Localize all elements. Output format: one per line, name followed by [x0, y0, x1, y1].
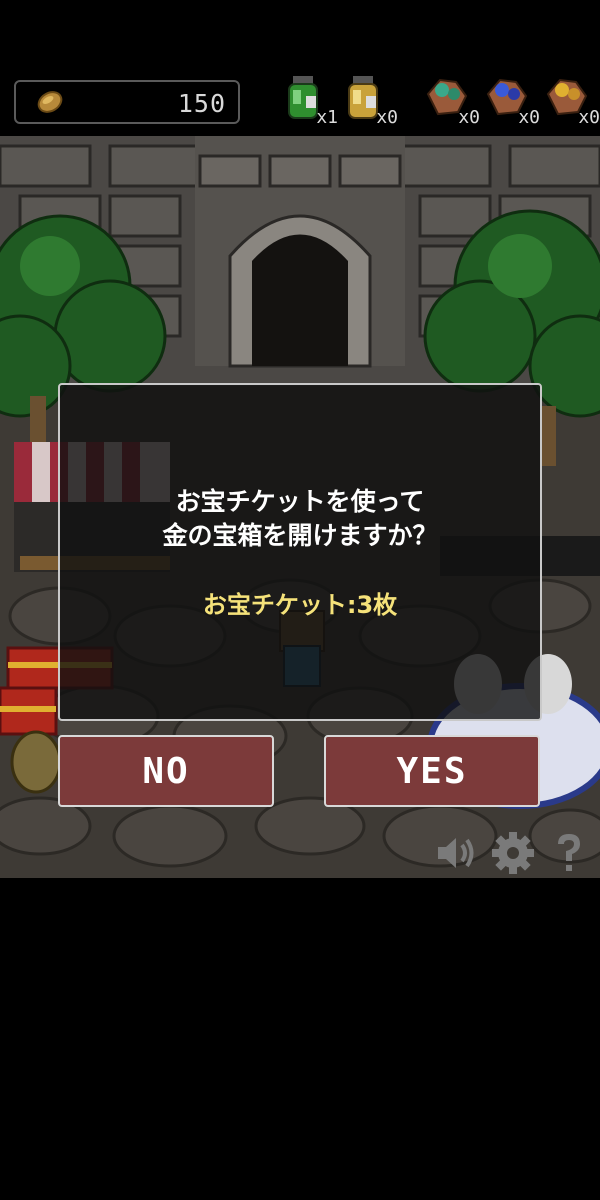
inventory-green-ore[interactable]: x0 [422, 72, 482, 132]
item-count: x0 [518, 107, 540, 128]
confirm-dialog: お宝チケットを使って 金の宝箱を開けますか？ お宝チケット:3枚 [58, 383, 542, 721]
coin-icon [37, 91, 63, 113]
item-count: x1 [316, 107, 338, 128]
item-count: x0 [578, 107, 600, 128]
yes-button[interactable]: YES [324, 735, 540, 807]
inventory-yellow-potion[interactable]: x0 [340, 72, 400, 132]
no-button[interactable]: NO [58, 735, 274, 807]
coin-counter: 150 [14, 80, 240, 124]
top-hud: 150 x1 x0 x0 x0 x0 [0, 0, 600, 136]
dialog-message-line2: 金の宝箱を開けますか？ [162, 521, 438, 550]
inventory-green-potion[interactable]: x1 [280, 72, 340, 132]
sound-icon[interactable] [432, 830, 478, 876]
dialog-message: お宝チケットを使って 金の宝箱を開けますか？ [60, 485, 540, 553]
inventory-blue-ore[interactable]: x0 [482, 72, 542, 132]
coin-count: 150 [177, 89, 226, 118]
item-count: x0 [376, 107, 398, 128]
dialog-message-line1: お宝チケットを使って [175, 487, 425, 516]
ticket-count: お宝チケット:3枚 [202, 591, 398, 619]
help-icon[interactable] [546, 830, 592, 876]
settings-gear-icon[interactable] [490, 830, 536, 876]
item-count: x0 [458, 107, 480, 128]
inventory-gold-ore[interactable]: x0 [542, 72, 600, 132]
